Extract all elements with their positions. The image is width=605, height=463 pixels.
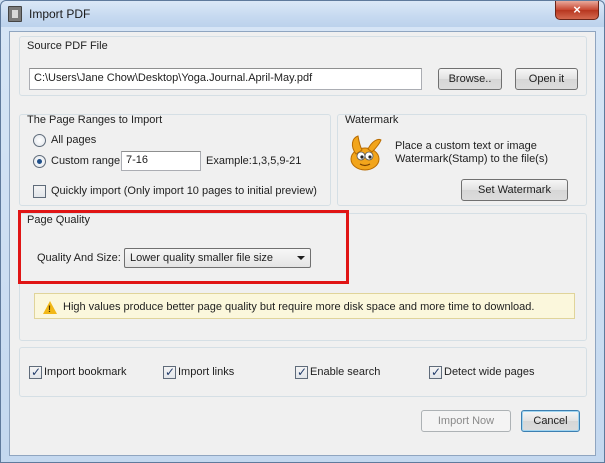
import-options-group: Import bookmark Import links Enable sear… <box>19 347 587 397</box>
open-it-button[interactable]: Open it <box>515 68 578 90</box>
custom-range-input[interactable]: 7-16 <box>121 151 201 171</box>
watermark-group: Watermark Place a custom text or image W… <box>337 114 587 206</box>
page-ranges-group: The Page Ranges to Import All pages Cust… <box>19 114 331 206</box>
watermark-group-title: Watermark <box>345 114 399 126</box>
page-quality-highlight-frame <box>18 210 349 284</box>
import-pdf-window: Import PDF × Source PDF File C:\Users\Ja… <box>0 0 605 463</box>
import-links-label: Import links <box>178 366 235 378</box>
watermark-description-line1: Place a custom text or image <box>395 140 537 152</box>
browse-button[interactable]: Browse.. <box>438 68 502 90</box>
watermark-description-line2: Watermark(Stamp) to the file(s) <box>395 153 549 165</box>
enable-search-checkbox[interactable] <box>295 365 308 379</box>
import-bookmark-checkbox[interactable] <box>29 365 42 379</box>
import-bookmark-label: Import bookmark <box>44 366 127 378</box>
dialog-body: Source PDF File C:\Users\Jane Chow\Deskt… <box>9 31 596 456</box>
source-pdf-group: Source PDF File C:\Users\Jane Chow\Deskt… <box>19 36 587 96</box>
close-button[interactable]: × <box>555 1 599 20</box>
detect-wide-pages-label: Detect wide pages <box>444 366 535 378</box>
quick-import-checkbox[interactable] <box>33 185 46 198</box>
custom-range-label: Custom range: <box>51 155 124 167</box>
warning-icon-mark: ! <box>48 304 51 314</box>
pdf-app-icon <box>8 6 22 22</box>
quality-warning-text: High values produce better page quality … <box>63 301 535 313</box>
range-example-text: Example:1,3,5,9-21 <box>206 155 302 167</box>
gimp-mascot-icon <box>350 135 382 171</box>
import-now-button[interactable]: Import Now <box>421 410 511 432</box>
title-bar[interactable]: Import PDF × <box>1 1 604 27</box>
page-ranges-group-title: The Page Ranges to Import <box>27 114 163 126</box>
quality-warning-banner: ! High values produce better page qualit… <box>34 293 575 319</box>
set-watermark-button[interactable]: Set Watermark <box>461 179 568 201</box>
custom-range-radio[interactable] <box>33 155 46 168</box>
all-pages-radio[interactable] <box>33 134 46 147</box>
cancel-button[interactable]: Cancel <box>521 410 580 432</box>
all-pages-label: All pages <box>51 134 97 146</box>
source-pdf-group-title: Source PDF File <box>27 40 108 52</box>
pdf-path-input[interactable]: C:\Users\Jane Chow\Desktop\Yoga.Journal.… <box>29 68 422 90</box>
enable-search-label: Enable search <box>310 366 381 378</box>
detect-wide-pages-checkbox[interactable] <box>429 365 442 379</box>
quick-import-label: Quickly import (Only import 10 pages to … <box>51 185 317 197</box>
import-links-checkbox[interactable] <box>163 365 176 379</box>
window-title: Import PDF <box>29 7 91 21</box>
